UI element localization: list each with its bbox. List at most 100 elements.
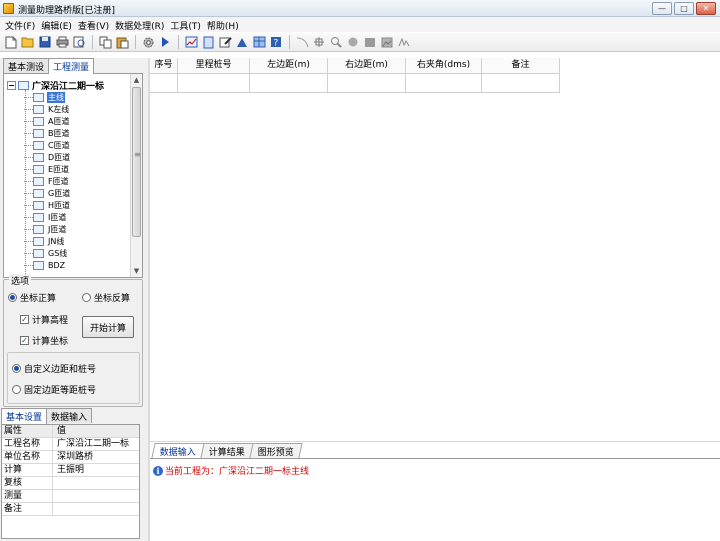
document-icon[interactable] (200, 34, 216, 50)
collapse-icon[interactable]: − (7, 81, 16, 90)
close-button[interactable]: ✕ (696, 2, 716, 15)
run-icon[interactable] (157, 34, 173, 50)
tab-engineering-survey[interactable]: 工程测量 (48, 58, 95, 74)
tab-graphic-preview[interactable]: 图形预览 (249, 443, 303, 458)
menu-edit[interactable]: 编辑(E) (39, 17, 76, 32)
property-row[interactable]: 工程名称 广深沿江二期一标 (2, 438, 139, 451)
tab-basic-settings[interactable]: 基本设置 (1, 408, 48, 424)
settings-tabs: 基本设置 数据输入 (1, 408, 93, 424)
radio-custom-offset[interactable]: 自定义边距和桩号 (12, 362, 96, 375)
column-header[interactable]: 序号 (150, 58, 178, 74)
table-cell[interactable] (328, 74, 406, 93)
pan-icon[interactable] (345, 34, 361, 50)
tree-item[interactable]: F匝道 (24, 175, 71, 187)
property-row[interactable]: 复核 (2, 477, 139, 490)
column-header[interactable]: 左边距(m) (250, 58, 328, 74)
column-header[interactable]: 里程桩号 (178, 58, 250, 74)
survey-icon[interactable] (234, 34, 250, 50)
property-grid: 属性 值 工程名称 广深沿江二期一标 单位名称 深圳路桥 计算 王振明 复核 测… (1, 424, 140, 539)
tab-bottom-data-input[interactable]: 数据输入 (151, 443, 205, 458)
column-header[interactable]: 备注 (482, 58, 560, 74)
folder-icon (33, 116, 44, 126)
status-message: i 当前工程为：广深沿江二期一标主线 (153, 464, 309, 477)
tree-item[interactable]: H匝道 (24, 199, 71, 211)
new-file-icon[interactable] (3, 34, 19, 50)
scroll-thumb[interactable] (132, 87, 141, 237)
print-preview-icon[interactable] (71, 34, 87, 50)
folder-icon (33, 212, 44, 222)
tree-item[interactable]: GS线 (24, 247, 71, 259)
radio-custom-label: 自定义边距和桩号 (24, 365, 97, 375)
scroll-down-icon[interactable]: ▼ (131, 265, 142, 277)
checkmark-icon: ✓ (20, 336, 29, 345)
edit-icon[interactable] (217, 34, 233, 50)
radio-unchecked-icon (82, 293, 91, 302)
menu-data-processing[interactable]: 数据处理(R) (113, 17, 168, 32)
check-coordinates[interactable]: ✓ 计算坐标 (20, 334, 68, 347)
chart-icon[interactable] (183, 34, 199, 50)
tree-items: 主线 K左线 A匝道 B匝道 C匝道 D匝道 E匝道 F匝道 G匝道 H匝道 I… (24, 91, 71, 271)
tree-item[interactable]: 主线 (24, 91, 71, 103)
toolbar-separator (135, 35, 136, 49)
print-icon[interactable] (54, 34, 70, 50)
zoom-icon[interactable] (328, 34, 344, 50)
property-row[interactable]: 测量 (2, 490, 139, 503)
image-icon[interactable] (379, 34, 395, 50)
tree-item[interactable]: G匝道 (24, 187, 71, 199)
tree-item[interactable]: E匝道 (24, 163, 71, 175)
scroll-up-icon[interactable]: ▲ (131, 74, 142, 86)
menu-view[interactable]: 查看(V) (76, 17, 113, 32)
menu-file[interactable]: 文件(F) (3, 17, 39, 32)
tree-item[interactable]: D匝道 (24, 151, 71, 163)
tree-scrollbar[interactable]: ▲ ▼ (130, 74, 142, 277)
save-icon[interactable] (37, 34, 53, 50)
radio-fixed-offset[interactable]: 固定边距等距桩号 (12, 383, 96, 396)
minimize-button[interactable]: — (652, 2, 672, 15)
column-header[interactable]: 右夹角(dms) (406, 58, 482, 74)
table-cell[interactable] (406, 74, 482, 93)
tree-item[interactable]: BDZ (24, 259, 71, 271)
options-group: 选项 坐标正算 坐标反算 ✓ 计算高程 ✓ 计算坐标 开始计算 自定义边距和桩号… (3, 274, 143, 407)
tab-basic-setout[interactable]: 基本测设 (3, 58, 50, 73)
table-cell[interactable] (178, 74, 250, 93)
table-cell[interactable] (482, 74, 560, 93)
copy-icon[interactable] (97, 34, 113, 50)
square-icon[interactable] (362, 34, 378, 50)
signature-icon[interactable] (396, 34, 412, 50)
open-folder-icon[interactable] (20, 34, 36, 50)
crosshair-icon[interactable] (311, 34, 327, 50)
column-header[interactable]: 右边距(m) (328, 58, 406, 74)
tree-item[interactable]: J匝道 (24, 223, 71, 235)
tree-item[interactable]: K左线 (24, 103, 71, 115)
tree-item[interactable]: I匝道 (24, 211, 71, 223)
radio-inverse-calc[interactable]: 坐标反算 (82, 291, 130, 304)
help-icon[interactable]: ? (268, 34, 284, 50)
property-row[interactable]: 备注 (2, 503, 139, 516)
maximize-button[interactable]: □ (674, 2, 694, 15)
menu-tools[interactable]: 工具(T) (168, 17, 205, 32)
tree-item[interactable]: B匝道 (24, 127, 71, 139)
paste-icon[interactable] (114, 34, 130, 50)
window-controls: — □ ✕ (652, 2, 716, 15)
curve-icon[interactable] (294, 34, 310, 50)
radio-forward-calc[interactable]: 坐标正算 (8, 291, 56, 304)
table-cell[interactable] (150, 74, 178, 93)
table-row[interactable] (150, 74, 560, 93)
check-elevation[interactable]: ✓ 计算高程 (20, 313, 68, 326)
folder-icon (33, 188, 44, 198)
property-row[interactable]: 计算 王振明 (2, 464, 139, 477)
start-calculation-button[interactable]: 开始计算 (82, 316, 134, 338)
table-cell[interactable] (250, 74, 328, 93)
table-icon[interactable] (251, 34, 267, 50)
tree-item[interactable]: JN线 (24, 235, 71, 247)
tab-data-input[interactable]: 数据输入 (46, 408, 93, 423)
folder-icon (33, 200, 44, 210)
tree-item[interactable]: A匝道 (24, 115, 71, 127)
property-row[interactable]: 单位名称 深圳路桥 (2, 451, 139, 464)
settings-gear-icon[interactable] (140, 34, 156, 50)
tree-item[interactable]: C匝道 (24, 139, 71, 151)
toolbar-separator (178, 35, 179, 49)
folder-icon (33, 104, 44, 114)
menu-help[interactable]: 帮助(H) (205, 17, 243, 32)
tab-calc-results[interactable]: 计算结果 (200, 443, 254, 458)
